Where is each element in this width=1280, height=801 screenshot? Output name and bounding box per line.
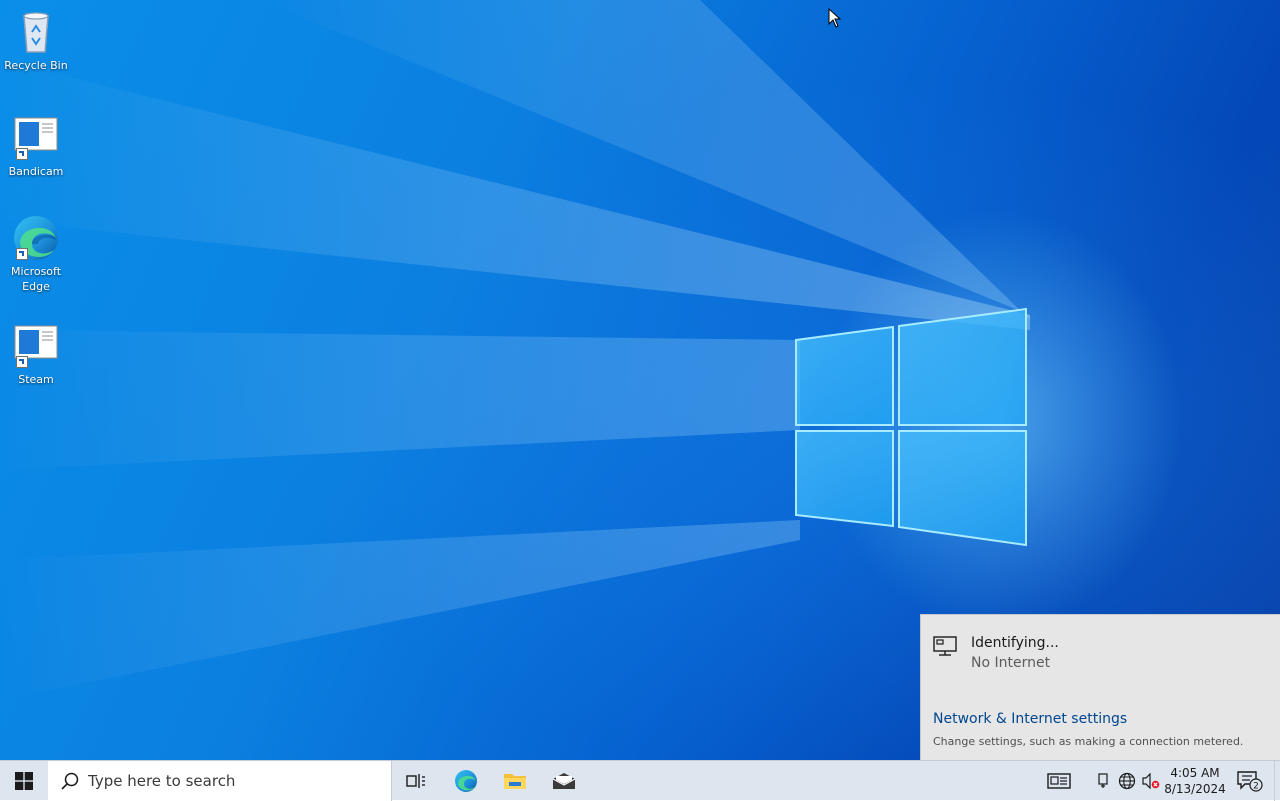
shortcut-arrow-icon	[16, 248, 28, 260]
folder-icon	[504, 774, 526, 789]
mail-icon	[552, 773, 576, 789]
windows-start-icon	[15, 772, 33, 790]
file-explorer-taskbar-button[interactable]	[491, 761, 539, 801]
search-placeholder: Type here to search	[88, 772, 236, 790]
task-view-button[interactable]	[392, 761, 440, 801]
globe-network-icon	[1118, 772, 1136, 790]
tray-volume-button[interactable]	[1140, 761, 1162, 801]
news-interests-button[interactable]	[1038, 761, 1080, 801]
recycle-bin-icon	[23, 12, 49, 53]
desktop-icon-label: Microsoft Edge	[10, 265, 62, 293]
network-status: Identifying...	[971, 635, 1059, 651]
action-center-button[interactable]: 2	[1230, 761, 1270, 801]
taskbar: Type here to search 4:05 AM 8/13/2024 2	[0, 760, 1280, 801]
edge-icon	[455, 770, 477, 792]
mail-taskbar-button[interactable]	[540, 761, 588, 801]
shortcut-arrow-icon	[16, 148, 28, 160]
desktop-icon-label: Bandicam	[8, 165, 64, 178]
desktop-icon-bandicam[interactable]: Bandicam	[4, 114, 68, 179]
search-icon	[61, 772, 79, 790]
ethernet-computer-icon	[933, 636, 957, 656]
task-view-icon	[406, 774, 425, 788]
windows-wallpaper-logo	[795, 307, 1027, 547]
taskbar-search-box[interactable]: Type here to search	[48, 761, 392, 801]
show-desktop-button[interactable]	[1274, 761, 1280, 801]
shortcut-arrow-icon	[16, 356, 28, 368]
desktop-icon-label: Recycle Bin	[4, 59, 68, 72]
clock-date: 8/13/2024	[1164, 782, 1226, 796]
device-icon	[1098, 773, 1108, 788]
notification-count: 2	[1253, 782, 1259, 792]
network-settings-description: Change settings, such as making a connec…	[933, 735, 1244, 748]
tray-network-button[interactable]	[1116, 761, 1138, 801]
clock-time: 4:05 AM	[1170, 766, 1220, 780]
start-button[interactable]	[0, 761, 48, 801]
tray-device-button[interactable]	[1092, 761, 1114, 801]
network-flyout: Identifying... No Internet Network & Int…	[920, 614, 1280, 760]
edge-taskbar-button[interactable]	[442, 761, 490, 801]
volume-muted-icon	[1142, 773, 1160, 789]
network-substatus: No Internet	[971, 655, 1051, 671]
desktop-icon-label: Steam	[18, 373, 54, 386]
mouse-cursor-icon	[828, 8, 842, 28]
desktop[interactable]: Recycle Bin Bandicam Microsoft Edge Stea…	[0, 0, 1280, 760]
network-internet-settings-link[interactable]: Network & Internet settings	[933, 711, 1127, 727]
news-interests-icon	[1047, 773, 1071, 789]
desktop-icon-recycle-bin[interactable]: Recycle Bin	[4, 8, 68, 73]
taskbar-clock[interactable]: 4:05 AM 8/13/2024	[1164, 761, 1226, 801]
desktop-icon-steam[interactable]: Steam	[4, 322, 68, 387]
desktop-icon-microsoft-edge[interactable]: Microsoft Edge	[4, 214, 68, 294]
action-center-icon: 2	[1237, 771, 1263, 792]
